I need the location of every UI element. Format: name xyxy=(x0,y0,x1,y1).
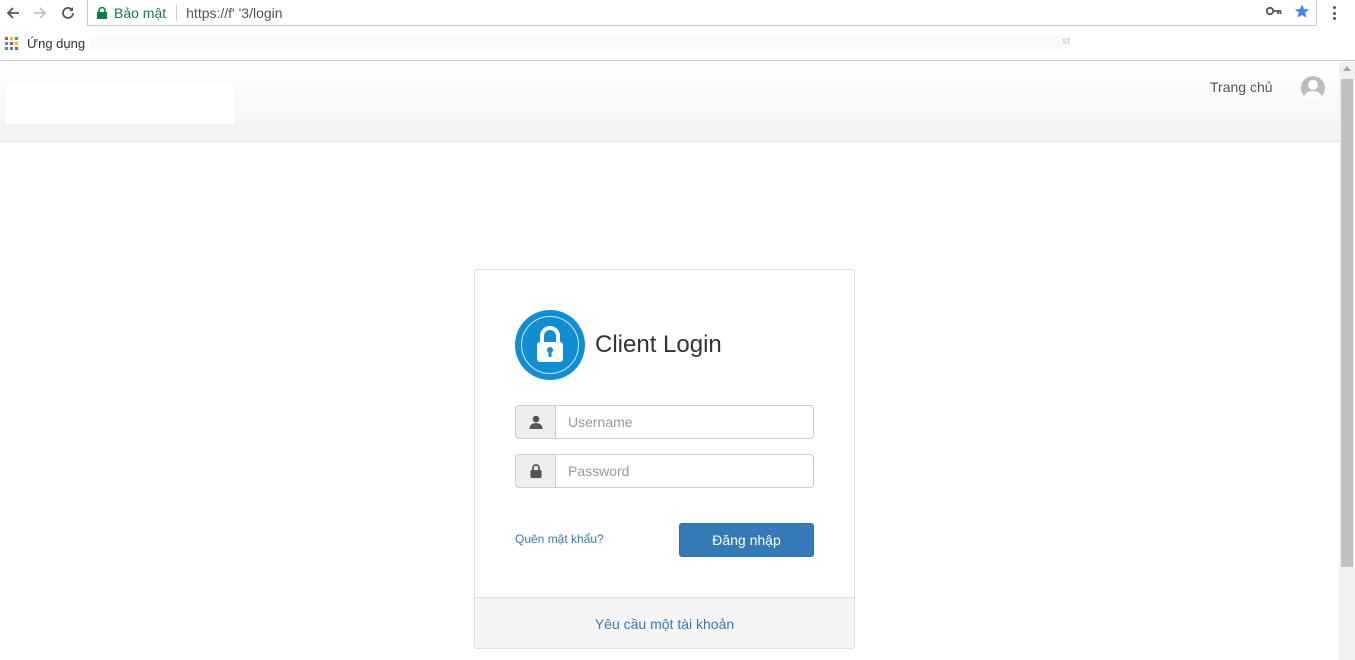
apps-label: Ứng dụng xyxy=(27,35,86,51)
bookmarks-bar: Ứng dụng st xyxy=(0,26,1355,61)
page-scrollbar[interactable] xyxy=(1339,62,1355,660)
star-icon[interactable] xyxy=(1294,3,1310,19)
login-panel: Client Login Quên mật khẩu? Đăng nhập Yê… xyxy=(474,269,855,649)
back-icon xyxy=(6,7,19,19)
browser-toolbar: Bảo mật https://f' '3/login xyxy=(0,0,1355,26)
lock-icon xyxy=(97,6,107,19)
scroll-up-arrow-icon[interactable] xyxy=(1343,66,1351,71)
forgot-password-link[interactable]: Quên mật khẩu? xyxy=(515,532,604,546)
more-vert-icon[interactable] xyxy=(1327,4,1341,22)
username-group xyxy=(515,405,814,439)
site-logo[interactable] xyxy=(6,84,234,124)
omnibox-actions xyxy=(1266,3,1310,19)
request-account-link[interactable]: Yêu cầu một tài khoản xyxy=(595,616,734,632)
user-avatar-icon[interactable] xyxy=(1301,76,1325,100)
login-title: Client Login xyxy=(595,331,722,358)
user-icon xyxy=(515,405,555,439)
bookmark-trailing-text: st xyxy=(1062,36,1070,47)
apps-shortcut[interactable]: Ứng dụng xyxy=(5,36,85,51)
password-input[interactable] xyxy=(555,454,814,488)
password-group xyxy=(515,454,814,488)
bookmark-items-redacted xyxy=(90,35,1062,51)
omnibox-divider xyxy=(176,4,178,21)
scroll-thumb[interactable] xyxy=(1341,79,1353,567)
login-button[interactable]: Đăng nhập xyxy=(679,523,814,557)
url-text[interactable]: https://f' '3/login xyxy=(186,5,282,21)
site-header: Trang chủ xyxy=(0,62,1339,142)
reload-icon xyxy=(62,7,74,19)
login-panel-footer: Yêu cầu một tài khoản xyxy=(475,597,854,648)
secure-indicator[interactable]: Bảo mật xyxy=(88,5,166,21)
apps-grid-icon xyxy=(5,36,18,50)
forward-button[interactable] xyxy=(29,2,51,24)
nav-home-link[interactable]: Trang chủ xyxy=(1210,79,1273,95)
reload-button[interactable] xyxy=(57,2,79,24)
key-icon[interactable] xyxy=(1266,6,1282,16)
secure-label: Bảo mật xyxy=(114,4,167,21)
username-input[interactable] xyxy=(555,405,814,439)
address-bar[interactable]: Bảo mật https://f' '3/login xyxy=(87,0,1317,26)
back-button[interactable] xyxy=(2,2,24,24)
lock-icon xyxy=(515,454,555,488)
login-heading: Client Login xyxy=(515,310,722,380)
padlock-icon xyxy=(515,310,585,380)
forward-icon xyxy=(34,7,47,19)
